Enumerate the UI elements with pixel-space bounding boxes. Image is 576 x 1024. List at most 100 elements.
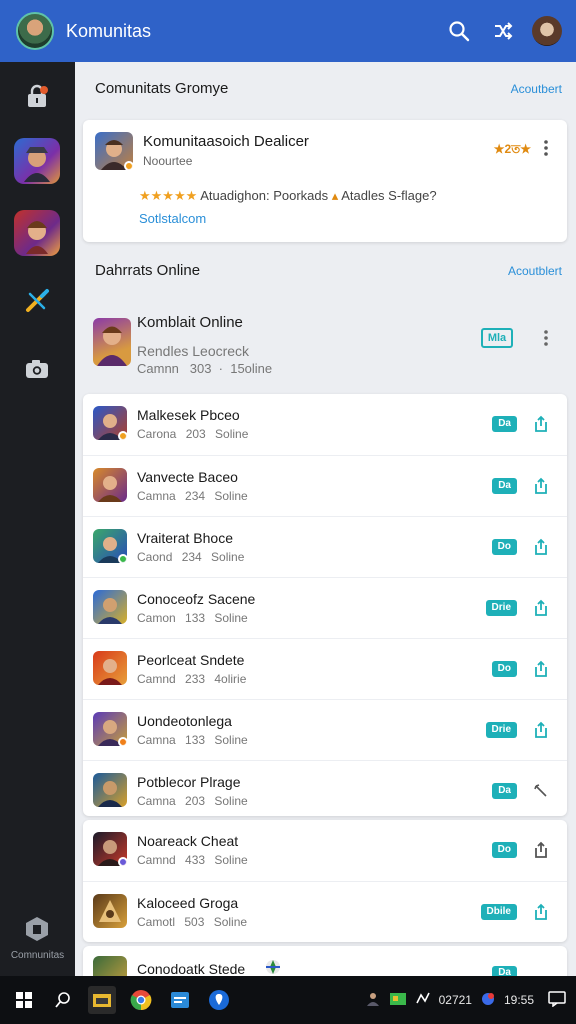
list-item-meta: Carona 203 Soline <box>137 427 249 441</box>
list-item-tag[interactable]: Da <box>492 416 517 432</box>
online-header-tag[interactable]: Mla <box>481 328 513 348</box>
list-item-thumbnail <box>93 529 127 563</box>
featured-link[interactable]: Sotlstalcom <box>139 211 206 226</box>
file-explorer-icon[interactable] <box>88 986 116 1014</box>
share-icon[interactable] <box>531 598 551 618</box>
section-action-link[interactable]: Acoutbert <box>511 82 562 96</box>
featured-description: ★★★★★ Atuadighon: Poorkads ▴ Atadles S-f… <box>139 188 437 204</box>
list-item[interactable]: Vraiterat Bhoce Caond 234 Soline Do <box>83 516 567 577</box>
list-item-tag[interactable]: Do <box>491 842 517 858</box>
list-item-name: Kaloceed Groga <box>137 895 239 911</box>
list-item-tag[interactable]: Do <box>491 661 517 677</box>
list-item-thumbnail <box>93 956 127 976</box>
notification-dot-icon <box>480 991 496 1010</box>
sidebar-game-1[interactable] <box>14 138 60 184</box>
list-item-thumbnail <box>93 406 127 440</box>
share-icon[interactable] <box>531 414 551 434</box>
list-item[interactable]: Conoceofz Sacene Camon 133 Soline Drie <box>83 577 567 638</box>
people-icon[interactable] <box>365 991 381 1010</box>
section-title: Comunitats Gromye <box>95 80 229 97</box>
action-center-icon[interactable] <box>548 990 566 1010</box>
chrome-icon[interactable] <box>127 986 155 1014</box>
featured-stars: ★★★★★ <box>139 188 198 203</box>
brush-icon[interactable] <box>14 278 60 324</box>
taskbar: 02721 19:55 <box>0 976 576 1024</box>
list-item-name: Vanvecte Baceo <box>137 469 238 485</box>
share-icon[interactable] <box>531 659 551 679</box>
communities-icon[interactable] <box>14 912 60 946</box>
calendar-app-icon[interactable] <box>166 986 194 1014</box>
list-item-thumbnail <box>93 590 127 624</box>
list-item[interactable]: Noareack Cheat Camnd 433 Soline Do <box>83 820 567 881</box>
app-tray-icon[interactable] <box>389 991 407 1010</box>
share-icon[interactable] <box>531 902 551 922</box>
tools-icon[interactable] <box>531 781 551 801</box>
list-item-tag[interactable]: Da <box>492 478 517 494</box>
partial-list-item[interactable]: Conodoatk Stede Da <box>83 946 567 976</box>
section-action-link[interactable]: Acoutblert <box>508 264 562 278</box>
list-item-thumbnail <box>93 894 127 928</box>
list-item-meta: Camna 133 Soline <box>137 733 248 747</box>
search-icon[interactable] <box>444 16 474 46</box>
featured-name: Komunitaasoich Dealicer <box>143 133 309 150</box>
list-item-tag[interactable]: Dbile <box>480 904 517 920</box>
list-item[interactable]: Vanvecte Baceo Camna 234 Soline Da <box>83 455 567 516</box>
online-list-card: Malkesek Pbceo Carona 203 Soline Da Vanv… <box>83 394 567 816</box>
list-item[interactable]: Peorlceat Sndete Camnd 233 4olirie Do <box>83 638 567 699</box>
featured-description-text: Atuadighon: Poorkads <box>200 188 329 203</box>
share-icon[interactable] <box>531 720 551 740</box>
list-item-name: Conoceofz Sacene <box>137 591 256 607</box>
list-item-tag[interactable]: Da <box>492 783 517 799</box>
community-avatar[interactable] <box>16 12 54 50</box>
online-header-desc: Rendles Leocreck <box>137 343 250 359</box>
list-item-name: Peorlceat Sndete <box>137 652 245 668</box>
online-header-meta: Camnn 303 · 15oline <box>137 361 273 376</box>
more-options-icon[interactable] <box>539 138 553 158</box>
tray-time: 19:55 <box>503 993 534 1007</box>
list-item-meta: Camna 234 Soline <box>137 489 248 503</box>
list-item-tag[interactable]: Drie <box>485 722 517 738</box>
user-avatar[interactable] <box>532 16 562 46</box>
sidebar-game-2[interactable] <box>14 210 60 256</box>
camera-icon[interactable] <box>14 346 60 392</box>
list-item[interactable]: Malkesek Pbceo Carona 203 Soline Da <box>83 394 567 455</box>
list-item-tag[interactable]: Drie <box>485 600 517 616</box>
sidebar: Comnunitas <box>0 62 75 976</box>
list-item[interactable]: Potblecor Plrage Camna 203 Soline Da <box>83 760 567 821</box>
online-list-card-2: Noareack Cheat Camnd 433 Soline Do Kaloc… <box>83 820 567 942</box>
system-tray: 02721 19:55 <box>357 976 566 1024</box>
featured-community-card[interactable]: Komunitaasoich Dealicer Noourtee ★2ত★ ★★… <box>83 120 567 242</box>
list-item-tag[interactable]: Do <box>491 539 517 555</box>
list-item-meta: Camna 203 Soline <box>137 794 248 808</box>
share-icon[interactable] <box>531 537 551 557</box>
list-item-meta: Camon 133 Soline <box>137 611 248 625</box>
more-options-icon[interactable] <box>539 328 553 348</box>
network-icon[interactable] <box>415 991 431 1010</box>
list-item-thumbnail <box>93 651 127 685</box>
list-item[interactable]: Kaloceed Groga Camotl 503 Soline Dbile <box>83 881 567 942</box>
list-item-meta: Camnd 433 Soline <box>137 853 248 867</box>
list-item-name: Vraiterat Bhoce <box>137 530 233 546</box>
list-item-name: Conodoatk Stede <box>137 961 246 976</box>
online-header-item[interactable]: Komblait Online Rendles Leocreck Camnn 3… <box>83 302 567 386</box>
share-icon[interactable] <box>531 840 551 860</box>
lock-icon[interactable] <box>14 74 60 120</box>
featured-rating: ★2ত★ <box>493 142 531 156</box>
tray-date: 02721 <box>438 993 472 1007</box>
globe-icon <box>265 959 281 975</box>
share-icon[interactable] <box>531 476 551 496</box>
start-icon[interactable] <box>10 986 38 1014</box>
app-bar: Komunitas <box>0 0 576 62</box>
list-item-thumbnail <box>93 712 127 746</box>
list-item-meta: Camnd 233 4olirie <box>137 672 247 686</box>
list-item-tag[interactable]: Da <box>492 966 517 976</box>
list-item-name: Noareack Cheat <box>137 833 239 849</box>
shuffle-icon[interactable] <box>488 16 518 46</box>
list-item[interactable]: Uondeotonlega Camna 133 Soline Drie <box>83 699 567 760</box>
section-title: Dahrrats Online <box>95 262 201 279</box>
section-header-communities: Comunitats Gromye Acoutbert <box>95 80 562 97</box>
list-item-meta: Camotl 503 Soline <box>137 915 248 929</box>
maps-icon[interactable] <box>205 986 233 1014</box>
sidebar-label: Comnunitas <box>10 950 65 961</box>
search-icon[interactable] <box>49 986 77 1014</box>
